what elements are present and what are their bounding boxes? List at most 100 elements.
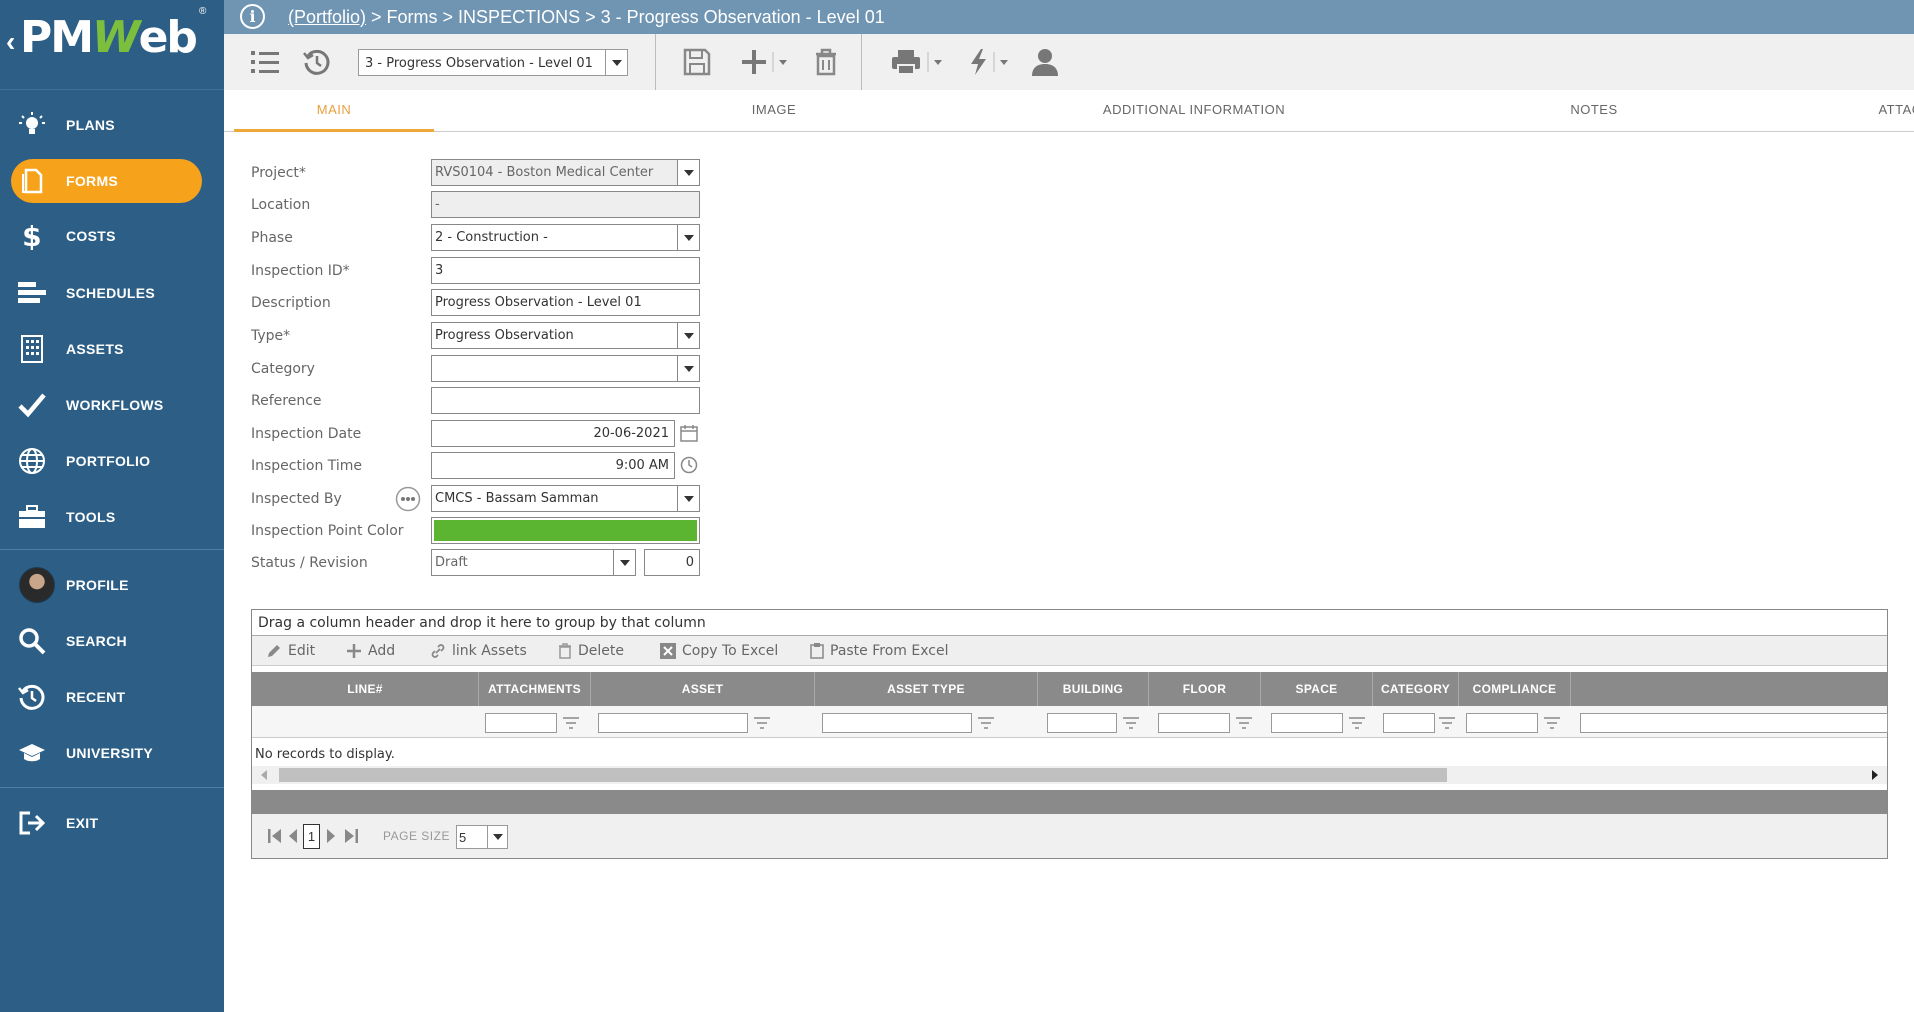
sidebar-item-portfolio[interactable]: PORTFOLIO bbox=[0, 439, 224, 483]
back-arrow-icon[interactable]: ‹ bbox=[6, 26, 15, 58]
sidebar-item-assets[interactable]: ASSETS bbox=[0, 327, 224, 371]
add-button[interactable]: Add bbox=[346, 643, 395, 659]
chevron-down-icon[interactable] bbox=[677, 225, 699, 250]
column-header-space[interactable]: SPACE bbox=[1261, 672, 1373, 706]
sidebar-item-costs[interactable]: $ COSTS bbox=[0, 214, 224, 258]
tab-additional-information[interactable]: ADDITIONAL INFORMATION bbox=[1044, 90, 1344, 132]
sidebar-item-forms[interactable]: FORMS bbox=[0, 159, 224, 203]
inspection-time-field[interactable]: 9:00 AM bbox=[431, 452, 675, 479]
chevron-down-icon[interactable] bbox=[487, 826, 507, 848]
inspection-point-color-picker[interactable] bbox=[431, 517, 700, 544]
scroll-left-icon[interactable] bbox=[260, 770, 268, 780]
sidebar-item-workflows[interactable]: WORKFLOWS bbox=[0, 383, 224, 427]
column-header-building[interactable]: BUILDING bbox=[1038, 672, 1149, 706]
sidebar-item-schedules[interactable]: SCHEDULES bbox=[0, 271, 224, 315]
horizontal-scrollbar[interactable] bbox=[252, 766, 1887, 784]
edit-button[interactable]: Edit bbox=[266, 643, 315, 659]
revision-field[interactable]: 0 bbox=[644, 549, 700, 576]
status-select[interactable]: Draft bbox=[431, 549, 636, 576]
filter-icon[interactable] bbox=[978, 717, 994, 729]
column-header-compliance[interactable]: COMPLIANCE bbox=[1459, 672, 1571, 706]
chevron-down-icon[interactable] bbox=[677, 486, 699, 511]
filter-icon[interactable] bbox=[754, 717, 770, 729]
filter-input[interactable] bbox=[1383, 713, 1435, 733]
save-icon[interactable] bbox=[682, 46, 712, 78]
delete-button[interactable]: Delete bbox=[558, 643, 624, 659]
type-select[interactable]: Progress Observation bbox=[431, 322, 700, 349]
copy-to-excel-button[interactable]: Copy To Excel bbox=[660, 643, 778, 659]
sidebar-item-profile[interactable]: PROFILE bbox=[0, 563, 224, 607]
page-size-select[interactable]: 5 bbox=[456, 825, 508, 849]
sidebar-item-plans[interactable]: PLANS bbox=[0, 103, 224, 147]
first-page-icon[interactable] bbox=[268, 828, 282, 844]
inspection-id-field[interactable]: 3 bbox=[431, 257, 700, 284]
filter-input[interactable] bbox=[1047, 713, 1117, 733]
chevron-down-icon[interactable] bbox=[677, 160, 699, 185]
filter-icon[interactable] bbox=[1123, 717, 1139, 729]
category-select[interactable] bbox=[431, 355, 700, 382]
sidebar-item-search[interactable]: SEARCH bbox=[0, 619, 224, 663]
column-header-floor[interactable]: FLOOR bbox=[1149, 672, 1261, 706]
lightning-icon[interactable] bbox=[967, 46, 1013, 78]
sidebar-item-tools[interactable]: TOOLS bbox=[0, 495, 224, 539]
filter-input[interactable] bbox=[598, 713, 748, 733]
last-page-icon[interactable] bbox=[344, 828, 358, 844]
chevron-down-icon[interactable] bbox=[613, 550, 635, 575]
paste-from-excel-button[interactable]: Paste From Excel bbox=[810, 643, 948, 659]
filter-input[interactable] bbox=[1158, 713, 1230, 733]
description-field[interactable]: Progress Observation - Level 01 bbox=[431, 289, 700, 316]
column-header-line[interactable]: LINE# bbox=[252, 672, 479, 706]
list-icon[interactable] bbox=[250, 46, 280, 78]
column-header-asset[interactable]: ASSET bbox=[591, 672, 815, 706]
link-assets-button[interactable]: link Assets bbox=[430, 643, 527, 659]
filter-input[interactable] bbox=[1271, 713, 1343, 733]
filter-input[interactable] bbox=[1580, 713, 1888, 733]
filter-input[interactable] bbox=[1466, 713, 1538, 733]
current-page[interactable]: 1 bbox=[303, 824, 320, 849]
next-page-icon[interactable] bbox=[326, 828, 336, 844]
sidebar-item-exit[interactable]: EXIT bbox=[0, 801, 224, 845]
filter-icon[interactable] bbox=[1544, 717, 1560, 729]
tab-image[interactable]: IMAGE bbox=[674, 90, 874, 132]
chevron-down-icon[interactable] bbox=[677, 356, 699, 381]
trash-icon[interactable] bbox=[812, 46, 840, 78]
reference-field[interactable] bbox=[431, 387, 700, 414]
history-icon[interactable] bbox=[302, 46, 332, 78]
inspection-date-field[interactable]: 20-06-2021 bbox=[431, 420, 675, 447]
tab-attachments[interactable]: ATTACHMENTS bbox=[1804, 90, 1914, 132]
phase-select[interactable]: 2 - Construction - bbox=[431, 224, 700, 251]
filter-icon[interactable] bbox=[1349, 717, 1365, 729]
filter-icon[interactable] bbox=[1236, 717, 1252, 729]
breadcrumb-portfolio-link[interactable]: (Portfolio) bbox=[288, 7, 366, 27]
column-header-category[interactable]: CATEGORY bbox=[1373, 672, 1459, 706]
sidebar-item-university[interactable]: UNIVERSITY bbox=[0, 731, 224, 775]
filter-icon[interactable] bbox=[563, 717, 579, 729]
scrollbar-thumb[interactable] bbox=[279, 768, 1447, 782]
record-select[interactable]: 3 - Progress Observation - Level 01 bbox=[358, 49, 628, 76]
filter-input[interactable] bbox=[485, 713, 557, 733]
sidebar-item-recent[interactable]: RECENT bbox=[0, 675, 224, 719]
scroll-right-icon[interactable] bbox=[1871, 770, 1879, 780]
filter-input[interactable] bbox=[822, 713, 972, 733]
pmweb-logo[interactable]: ‹ PMWeb ® bbox=[0, 0, 224, 90]
user-icon[interactable] bbox=[1030, 46, 1060, 78]
info-icon[interactable]: i bbox=[240, 4, 265, 29]
add-icon[interactable] bbox=[738, 46, 790, 78]
column-header-attachments[interactable]: ATTACHMENTS bbox=[479, 672, 591, 706]
group-drop-zone[interactable]: Drag a column header and drop it here to… bbox=[252, 610, 1887, 636]
project-select[interactable]: RVS0104 - Boston Medical Center bbox=[431, 159, 700, 186]
building-icon bbox=[18, 335, 46, 363]
sidebar-item-label: PROFILE bbox=[66, 577, 129, 593]
chevron-down-icon[interactable] bbox=[677, 323, 699, 348]
column-header-asset-type[interactable]: ASSET TYPE bbox=[815, 672, 1038, 706]
print-icon[interactable] bbox=[892, 46, 946, 78]
clock-icon[interactable] bbox=[680, 456, 698, 474]
more-options-icon[interactable] bbox=[395, 486, 421, 512]
filter-icon[interactable] bbox=[1439, 717, 1455, 729]
chevron-down-icon[interactable] bbox=[605, 50, 627, 75]
tab-notes[interactable]: NOTES bbox=[1494, 90, 1694, 132]
calendar-icon[interactable] bbox=[680, 424, 698, 442]
tab-main[interactable]: MAIN bbox=[234, 90, 434, 132]
inspected-by-select[interactable]: CMCS - Bassam Samman bbox=[431, 485, 700, 512]
previous-page-icon[interactable] bbox=[288, 828, 298, 844]
